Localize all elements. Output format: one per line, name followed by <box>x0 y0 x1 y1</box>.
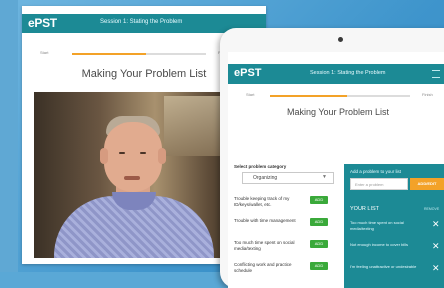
problem-text: Trouble keeping track of my ID/keys/wall… <box>234 196 290 207</box>
presenter-eye-left <box>119 152 125 154</box>
list-item: Too much time spent on social media/text… <box>350 219 444 236</box>
problem-option: Trouble with time management ADD <box>234 218 342 234</box>
add-problem-button[interactable]: ADD <box>310 218 328 226</box>
page-title: Making Your Problem List <box>286 107 390 117</box>
list-item: I'm feeling unattractive or undesirable … <box>350 263 444 280</box>
add-problem-button[interactable]: ADD <box>310 262 328 270</box>
presenter-ear-left <box>100 148 108 164</box>
problem-text: Trouble with time management <box>234 218 296 223</box>
add-edit-button[interactable]: ADD/EDIT <box>410 178 444 190</box>
menu-icon[interactable] <box>432 70 440 78</box>
presenter-head <box>104 122 162 192</box>
presenter-mouth <box>124 176 140 180</box>
background-stripe <box>0 0 18 272</box>
your-list-heading: YOUR LIST <box>350 206 380 212</box>
presenter-eye-right <box>140 152 146 154</box>
tablet-device: ePST Session 1: Stating the Problem Star… <box>220 28 444 288</box>
list-item: Not enough income to cover bills ✕ <box>350 241 444 258</box>
progress-bar <box>270 95 410 97</box>
select-value: Organizing <box>253 175 278 181</box>
progress-fill <box>72 53 146 55</box>
problem-text: Too much time spent on social media/text… <box>234 240 295 251</box>
close-icon[interactable]: ✕ <box>432 219 440 230</box>
session-title: Session 1: Stating the Problem <box>310 70 386 76</box>
problem-input[interactable]: Enter a problem <box>350 178 408 190</box>
close-icon[interactable]: ✕ <box>432 241 440 252</box>
app-header: ePST Session 1: Stating the Problem <box>228 64 444 84</box>
problem-category-panel: Select problem category Organizing ▼ Tro… <box>234 134 342 288</box>
chevron-down-icon: ▼ <box>322 174 327 180</box>
progress-fill <box>270 95 347 97</box>
problem-option: Trouble keeping track of my ID/keys/wall… <box>234 196 342 212</box>
add-problem-label: Add a problem to your list <box>350 169 402 174</box>
problem-option: Conflicting work and practice schedule A… <box>234 262 342 278</box>
progress-bar <box>72 53 206 55</box>
list-item-text: I'm feeling unattractive or undesirable <box>350 264 417 269</box>
close-icon[interactable]: ✕ <box>432 263 440 274</box>
your-list-panel: Add a problem to your list Enter a probl… <box>344 164 444 288</box>
tablet-screen: ePST Session 1: Stating the Problem Star… <box>228 52 444 288</box>
progress-start-label: Start <box>40 50 49 55</box>
problem-category-select[interactable]: Organizing ▼ <box>242 172 334 184</box>
app-logo: ePST <box>28 16 57 30</box>
progress-finish-label: Finish <box>422 92 433 97</box>
add-problem-button[interactable]: ADD <box>310 240 328 248</box>
camera-icon <box>338 37 343 42</box>
add-problem-button[interactable]: ADD <box>310 196 328 204</box>
progress-start-label: Start <box>246 92 255 97</box>
select-label: Select problem category <box>234 164 287 169</box>
problem-option: Too much time spent on social media/text… <box>234 240 342 256</box>
app-logo: ePST <box>234 67 262 79</box>
session-title: Session 1: Stating the Problem <box>100 19 183 25</box>
list-item-text: Too much time spent on social media/text… <box>350 220 404 231</box>
remove-column-label: REMOVE <box>424 207 440 211</box>
presenter-ear-right <box>158 148 166 164</box>
problem-text: Conflicting work and practice schedule <box>234 262 292 273</box>
problem-input-placeholder: Enter a problem <box>355 182 384 187</box>
list-item-text: Not enough income to cover bills <box>350 242 409 247</box>
